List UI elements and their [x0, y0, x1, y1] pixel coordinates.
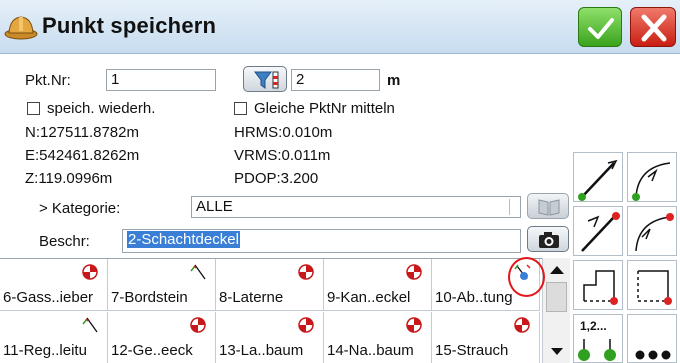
code-label: 12-Ge..eeck [111, 342, 193, 359]
code-label: 10-Ab..tung [435, 289, 513, 306]
more-button[interactable] [627, 314, 677, 363]
scroll-down-icon[interactable] [543, 342, 571, 362]
target-icon [298, 264, 314, 280]
gleiche-pktnr-checkbox[interactable] [234, 102, 247, 115]
code-cell[interactable]: 11-Reg..leitu [0, 312, 108, 363]
code-cell[interactable]: 8-Laterne [216, 259, 324, 311]
book-icon [538, 199, 560, 216]
code-label: 7-Bordstein [111, 289, 188, 306]
close-polygon-button[interactable] [573, 260, 623, 310]
code-cell[interactable]: 7-Bordstein [108, 259, 216, 311]
arc-start-icon [632, 162, 671, 201]
camera-icon [539, 232, 559, 248]
checkmark-icon [588, 18, 614, 39]
kategorie-select[interactable]: ALLE [191, 196, 521, 218]
target-icon [514, 317, 530, 333]
target-icon [298, 317, 314, 333]
cancel-button[interactable] [630, 7, 676, 47]
more-icon [635, 350, 671, 360]
code-cell[interactable]: 14-Na..baum [324, 312, 432, 363]
pktnr-label: Pkt.Nr: [25, 72, 71, 89]
chevron-down-icon [509, 199, 517, 215]
code-cell[interactable]: 13-La..baum [216, 312, 324, 363]
height-input[interactable]: 2 [291, 69, 380, 91]
pdop-value: PDOP:3.200 [234, 170, 319, 187]
arc-end-icon [635, 213, 674, 252]
target-icon [406, 264, 422, 280]
rectangle-icon [637, 270, 672, 305]
title-bar: Punkt speichern [0, 0, 680, 54]
beschr-label: Beschr: [39, 233, 90, 250]
target-icon [190, 317, 206, 333]
close-polygon-icon [583, 270, 618, 305]
kategorie-label[interactable]: > Kategorie: [39, 200, 120, 217]
pktnr-input[interactable]: 1 [106, 69, 216, 91]
hrms-value: HRMS:0.010m [234, 124, 333, 141]
code-label: 13-La..baum [219, 342, 304, 359]
rectangle-button[interactable] [627, 260, 677, 310]
code-cell[interactable]: 12-Ge..eeck [108, 312, 216, 363]
window-title: Punkt speichern [42, 13, 217, 38]
code-grid-scrollbar[interactable] [542, 258, 570, 363]
numbered-points-text: 1,2... [580, 319, 607, 333]
gleiche-pktnr-label: Gleiche PktNr mitteln [254, 100, 395, 117]
code-label: 15-Strauch [435, 342, 509, 359]
code-library-button[interactable] [527, 193, 569, 219]
arc-end-button[interactable] [627, 206, 677, 256]
ok-button[interactable] [578, 7, 622, 47]
scrollbar-thumb[interactable] [546, 282, 567, 312]
elevation-value: Z:119.0996m [25, 170, 113, 187]
target-icon [82, 264, 98, 280]
code-label: 14-Na..baum [327, 342, 414, 359]
description-selected-text: 2-Schachtdeckel [127, 231, 240, 248]
filter-icon [254, 71, 279, 89]
speich-wiederh-checkbox[interactable] [27, 102, 40, 115]
code-cell[interactable]: 9-Kan..eckel [324, 259, 432, 311]
close-icon [641, 14, 667, 42]
numbered-points-button[interactable]: 1,2... [573, 314, 623, 363]
code-label: 8-Laterne [219, 289, 284, 306]
code-cell[interactable]: 6-Gass..ieber [0, 259, 108, 311]
line-end-button[interactable] [573, 206, 623, 256]
description-input[interactable]: 2-Schachtdeckel [122, 229, 521, 253]
code-grid: 6-Gass..ieber 7-Bordstein 8-Laterne 9-Kan..… [0, 258, 542, 363]
antenna-height-button[interactable] [243, 66, 287, 92]
scroll-up-icon[interactable] [543, 260, 571, 280]
code-label: 11-Reg..leitu [3, 342, 87, 359]
target-icon [406, 317, 422, 333]
code-label: 9-Kan..eckel [327, 289, 411, 306]
camera-button[interactable] [527, 226, 569, 252]
line-code-icon [82, 317, 98, 333]
easting-value: E:542461.8262m [25, 147, 140, 164]
line-start-icon [578, 159, 618, 201]
hardhat-icon [4, 16, 38, 40]
northing-value: N:127511.8782m [25, 124, 139, 141]
code-label: 6-Gass..ieber [3, 289, 94, 306]
annotation-circle [508, 257, 545, 297]
line-end-icon [581, 212, 620, 252]
line-start-button[interactable] [573, 152, 623, 202]
line-code-icon [190, 264, 206, 280]
speich-wiederh-label: speich. wiederh. [47, 100, 156, 117]
arc-start-button[interactable] [627, 152, 677, 202]
code-cell[interactable]: 15-Strauch [432, 312, 540, 363]
vrms-value: VRMS:0.011m [234, 147, 331, 164]
height-unit: m [387, 72, 401, 89]
